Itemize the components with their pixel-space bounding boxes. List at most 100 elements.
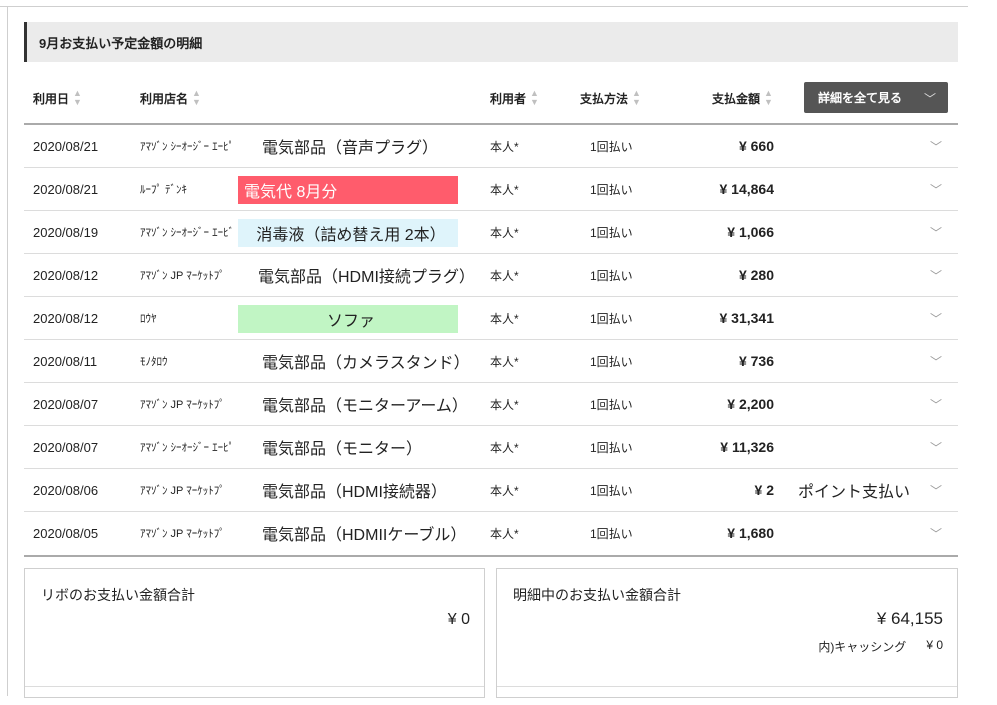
row-date: 2020/08/05 xyxy=(33,525,99,541)
table-row[interactable]: 2020/08/11 ﾓﾉﾀﾛｳ 電気部品（カメラスタンド） 本人* 1回払い ¥ 736… xyxy=(24,340,958,383)
row-date: 2020/08/19 xyxy=(33,224,99,240)
table-row[interactable]: 2020/08/05 ｱﾏｿﾞﾝ JP ﾏｰｹｯﾄﾌﾟ 電気部品（HDMIIケーブル… xyxy=(24,512,958,555)
row-store-name: ﾛｳﾔ xyxy=(140,313,157,325)
table-row[interactable]: 2020/08/12 ﾛｳﾔ ソファ 本人* 1回払い ¥ 31,341 ﹀ xyxy=(24,297,958,340)
row-note: ソファ xyxy=(238,305,458,333)
row-amount: ¥ 280 xyxy=(738,267,774,283)
row-user: 本人* xyxy=(490,182,519,197)
row-amount: ¥ 1,680 xyxy=(727,525,774,541)
table-row[interactable]: 2020/08/07 ｱﾏｿﾞﾝ ｼｰｵｰｼﾞｰ ｴｰﾋﾟ 電気部品（モニター） 本人… xyxy=(24,426,958,469)
row-date: 2020/08/21 xyxy=(33,138,99,154)
row-date: 2020/08/07 xyxy=(33,439,99,455)
chevron-down-icon[interactable]: ﹀ xyxy=(928,469,944,511)
row-payment-note: ポイント支払い xyxy=(798,484,911,501)
header-date[interactable]: 利用日 ▲ ▼ xyxy=(33,80,82,116)
revolving-summary-amount: ¥ 0 xyxy=(447,611,470,628)
row-store-name: ｱﾏｿﾞﾝ ｼｰｵｰｼﾞｰ ｴｰﾋﾞ xyxy=(140,227,235,239)
chevron-down-icon[interactable]: ﹀ xyxy=(928,168,944,210)
header-amount-label: 支払金額 xyxy=(712,91,761,106)
chevron-down-icon[interactable]: ﹀ xyxy=(928,254,944,296)
table-row[interactable]: 2020/08/12 ｱﾏｿﾞﾝ JP ﾏｰｹｯﾄﾌﾟ 電気部品（HDMI接続プラグ… xyxy=(24,254,958,297)
header-date-label: 利用日 xyxy=(33,91,70,106)
row-store-name: ｱﾏｿﾞﾝ JP ﾏｰｹｯﾄﾌﾟ xyxy=(140,270,225,282)
chevron-down-icon[interactable]: ﹀ xyxy=(928,426,944,468)
row-note: 電気部品（音声プラグ） xyxy=(262,140,439,157)
header-user-label: 利用者 xyxy=(490,91,527,106)
row-payment-note xyxy=(798,168,923,210)
row-user: 本人* xyxy=(490,311,519,326)
row-store-name: ｱﾏｿﾞﾝ JP ﾏｰｹｯﾄﾌﾟ xyxy=(140,485,225,497)
chevron-down-icon[interactable]: ﹀ xyxy=(928,340,944,382)
row-payment-method: 1回払い xyxy=(590,526,633,541)
row-note: 電気部品（モニター） xyxy=(262,441,423,458)
row-payment-method: 1回払い xyxy=(590,397,633,412)
chevron-down-icon[interactable]: ﹀ xyxy=(928,512,944,554)
row-payment-method: 1回払い xyxy=(590,139,633,154)
show-all-details-button[interactable]: 詳細を全て見る ﹀ xyxy=(804,82,948,113)
row-payment-note xyxy=(798,254,923,296)
row-date: 2020/08/11 xyxy=(33,353,98,369)
revolving-summary-title: リボのお支払い金額合計 xyxy=(41,587,195,603)
cashing-amount: ¥ 0 xyxy=(926,638,943,652)
row-store-name: ｱﾏｿﾞﾝ JP ﾏｰｹｯﾄﾌﾟ xyxy=(140,528,225,540)
row-payment-note xyxy=(798,125,923,167)
row-date: 2020/08/12 xyxy=(33,267,99,283)
row-note: 電気部品（HDMI接続器） xyxy=(262,484,447,501)
row-note: 電気部品（HDMIIケーブル） xyxy=(262,527,467,544)
row-amount: ¥ 2 xyxy=(754,482,774,498)
row-amount: ¥ 14,864 xyxy=(719,181,775,197)
statement-summary-amount: ¥ 64,155 xyxy=(876,609,943,628)
table-row[interactable]: 2020/08/06 ｱﾏｿﾞﾝ JP ﾏｰｹｯﾄﾌﾟ 電気部品（HDMI接続器） 本… xyxy=(24,469,958,512)
chevron-down-icon[interactable]: ﹀ xyxy=(928,297,944,339)
row-store-name: ﾓﾉﾀﾛｳ xyxy=(140,356,168,368)
cashing-line: 内)キャッシング ¥ 0 xyxy=(818,638,943,655)
row-note: 消毒液（詰め替え用 2本） xyxy=(238,219,458,247)
row-payment-method: 1回払い xyxy=(590,311,633,326)
cashing-label: 内)キャッシング xyxy=(818,640,907,654)
row-amount: ¥ 31,341 xyxy=(719,310,775,326)
row-payment-note xyxy=(798,340,923,382)
sort-icon[interactable]: ▲ ▼ xyxy=(73,89,82,107)
row-payment-note xyxy=(798,297,923,339)
summary-divider xyxy=(497,686,957,687)
table-header: 利用日 ▲ ▼ 利用店名 ▲ ▼ 利用者 ▲ ▼ 支払方法 ▲ ▼ 支払金額 ▲ ▼ 詳細… xyxy=(24,80,958,116)
row-note: 電気部品（HDMI接続プラグ） xyxy=(258,269,475,286)
chevron-down-icon[interactable]: ﹀ xyxy=(928,383,944,425)
row-payment-note xyxy=(798,383,923,425)
header-amount[interactable]: 支払金額 ▲ ▼ xyxy=(712,80,773,116)
row-payment-method: 1回払い xyxy=(590,182,633,197)
frame-top-border xyxy=(0,6,968,7)
row-payment-method: 1回払い xyxy=(590,268,633,283)
table-row[interactable]: 2020/08/21 ﾙｰﾌﾟ ﾃﾞﾝｷ 電気代 8月分 本人* 1回払い ¥ 14,86… xyxy=(24,168,958,211)
row-note: 電気代 8月分 xyxy=(238,176,458,204)
header-method-label: 支払方法 xyxy=(580,91,629,106)
sort-icon[interactable]: ▲ ▼ xyxy=(530,89,539,107)
row-user: 本人* xyxy=(490,526,519,541)
frame-left-border xyxy=(7,6,8,696)
row-amount: ¥ 736 xyxy=(738,353,774,369)
chevron-down-icon[interactable]: ﹀ xyxy=(928,125,944,167)
show-all-details-label: 詳細を全て見る xyxy=(818,91,903,105)
row-payment-note xyxy=(798,211,923,253)
row-date: 2020/08/21 xyxy=(33,181,99,197)
chevron-down-icon[interactable]: ﹀ xyxy=(928,211,944,253)
table-row[interactable]: 2020/08/07 ｱﾏｿﾞﾝ JP ﾏｰｹｯﾄﾌﾟ 電気部品（モニターアーム） 本… xyxy=(24,383,958,426)
statement-summary-title: 明細中のお支払い金額合計 xyxy=(513,587,681,603)
row-amount: ¥ 1,066 xyxy=(727,224,774,240)
row-note: 電気部品（カメラスタンド） xyxy=(262,355,470,372)
row-payment-note xyxy=(798,512,923,554)
table-row[interactable]: 2020/08/19 ｱﾏｿﾞﾝ ｼｰｵｰｼﾞｰ ｴｰﾋﾞ 消毒液（詰め替え用 2本… xyxy=(24,211,958,254)
sort-icon[interactable]: ▲ ▼ xyxy=(764,89,773,107)
header-user[interactable]: 利用者 ▲ ▼ xyxy=(490,80,539,116)
row-amount: ¥ 11,326 xyxy=(720,439,774,455)
header-method[interactable]: 支払方法 ▲ ▼ xyxy=(580,80,641,116)
sort-icon[interactable]: ▲ ▼ xyxy=(192,89,201,107)
summary-divider xyxy=(25,686,484,687)
row-store-name: ﾙｰﾌﾟ ﾃﾞﾝｷ xyxy=(140,184,188,196)
row-payment-note xyxy=(798,426,923,468)
row-amount: ¥ 660 xyxy=(738,138,774,154)
row-store-name: ｱﾏｿﾞﾝ ｼｰｵｰｼﾞｰ ｴｰﾋﾟ xyxy=(140,141,235,153)
sort-icon[interactable]: ▲ ▼ xyxy=(632,89,641,107)
table-row[interactable]: 2020/08/21 ｱﾏｿﾞﾝ ｼｰｵｰｼﾞｰ ｴｰﾋﾟ 電気部品（音声プラグ） 本… xyxy=(24,125,958,168)
header-store[interactable]: 利用店名 ▲ ▼ xyxy=(140,80,201,116)
